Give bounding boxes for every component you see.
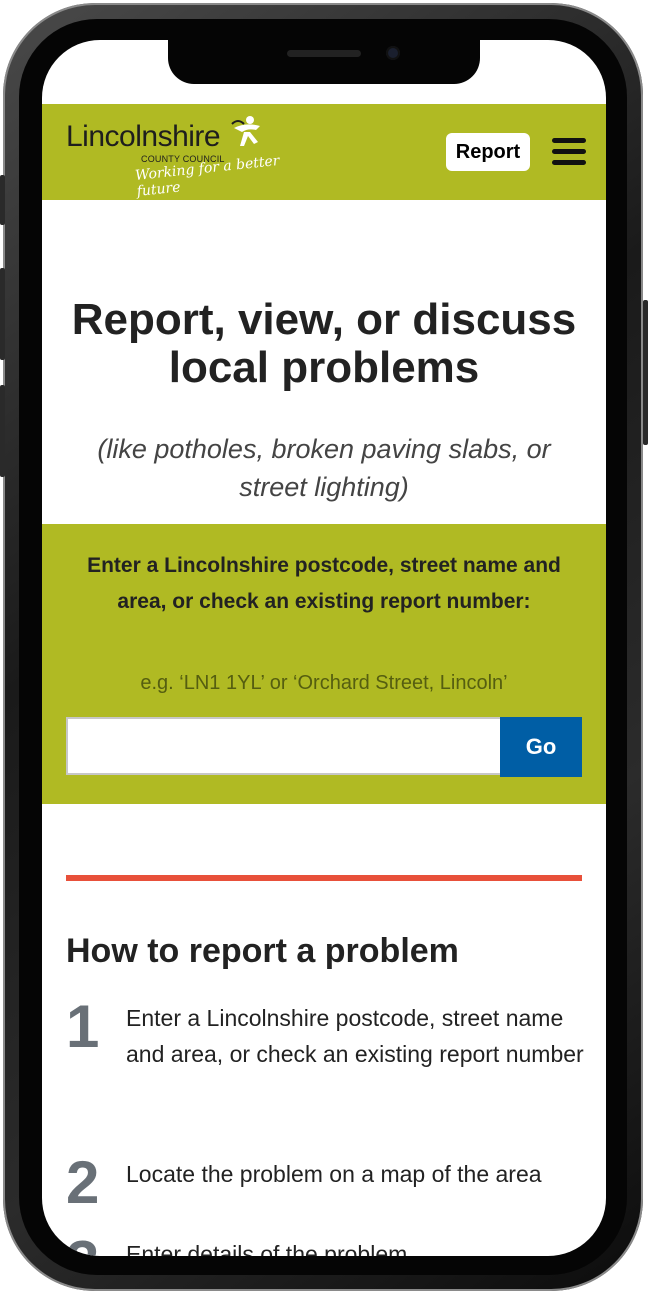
page-subtitle: (like potholes, broken paving slabs, or …: [97, 434, 551, 502]
volume-down-button: [0, 385, 5, 477]
council-logo[interactable]: Lincolnshire COUNTY COUNCIL Working for …: [66, 112, 326, 200]
hamburger-menu-icon[interactable]: [552, 138, 586, 168]
step-number: 2: [66, 1149, 100, 1216]
power-button: [643, 300, 648, 445]
step-text: Enter a Lincolnshire postcode, street na…: [126, 1005, 584, 1067]
notch: [168, 40, 480, 84]
search-label: Enter a Lincolnshire postcode, street na…: [87, 554, 561, 613]
search-section: Enter a Lincolnshire postcode, street na…: [42, 524, 606, 804]
how-to-title: How to report a problem: [66, 932, 459, 970]
step-text: Enter details of the problem: [126, 1241, 408, 1256]
mute-switch: [0, 175, 5, 225]
section-divider: [66, 875, 582, 881]
search-hint: e.g. ‘LN1 1YL’ or ‘Orchard Street, Linco…: [140, 672, 508, 694]
step-number: 1: [66, 993, 100, 1060]
step-text: Locate the problem on a map of the area: [126, 1161, 542, 1187]
go-button[interactable]: Go: [500, 717, 582, 777]
step-number: 3: [66, 1228, 99, 1256]
leaping-figure-logo-icon: [231, 116, 260, 146]
page-title: Report, view, or discuss local problems: [71, 295, 577, 392]
volume-up-button: [0, 268, 5, 360]
phone-screen: Lincolnshire COUNTY COUNCIL Working for …: [42, 40, 606, 1256]
search-input[interactable]: [66, 717, 500, 775]
site-header: Lincolnshire COUNTY COUNCIL Working for …: [42, 104, 606, 200]
logo-name: Lincolnshire: [66, 120, 221, 153]
camera-icon: [386, 46, 400, 60]
report-button[interactable]: Report: [446, 133, 530, 171]
